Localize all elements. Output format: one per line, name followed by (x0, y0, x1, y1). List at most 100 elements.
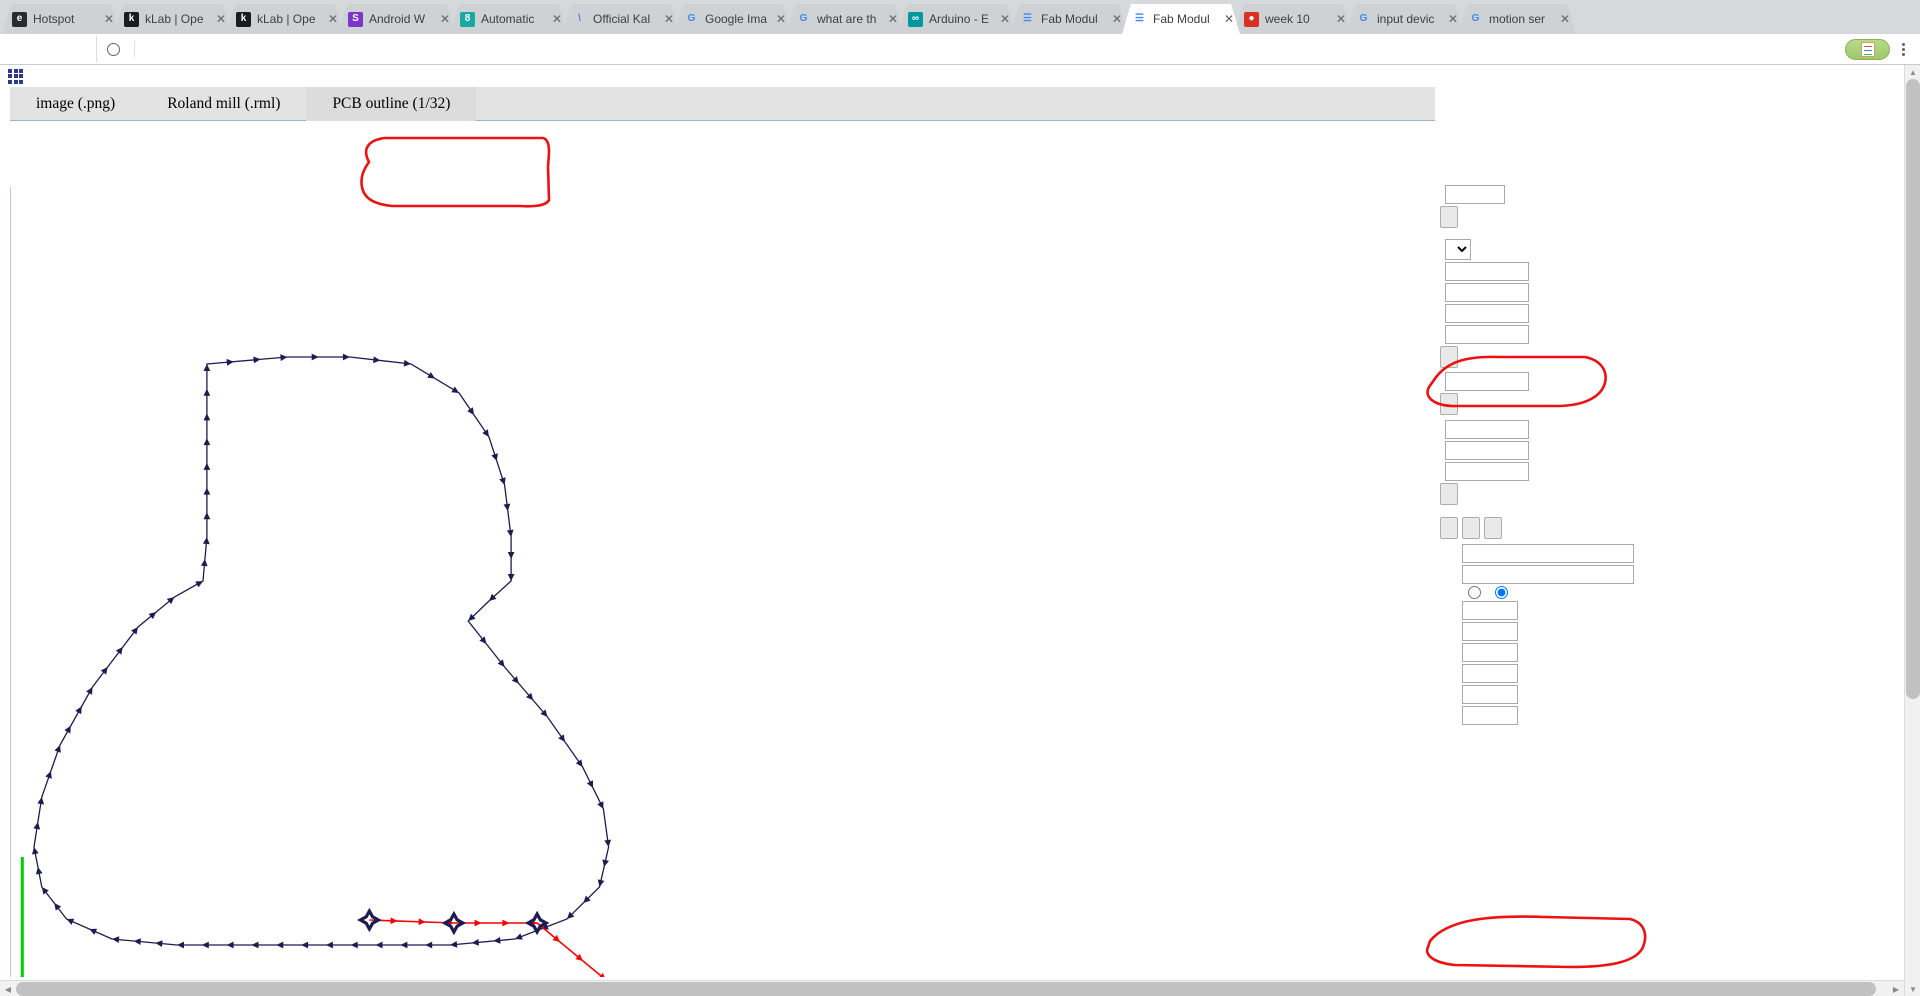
tab-close-icon[interactable]: ✕ (774, 12, 788, 26)
viewer-hint-row (0, 65, 1920, 87)
android-icon: S (348, 12, 363, 27)
browser-tab[interactable]: Gmotion ser✕ (1458, 4, 1576, 34)
scroll-down-icon[interactable]: ▼ (1905, 982, 1920, 996)
browser-tab[interactable]: ●week 10✕ (1234, 4, 1352, 34)
close-window-button[interactable] (1874, 0, 1920, 34)
y0-row (1440, 304, 1870, 323)
vertical-scrollbar[interactable]: ▲ ▼ (1904, 65, 1920, 996)
tab-close-icon[interactable]: ✕ (1334, 12, 1348, 26)
calculate-button[interactable] (1440, 517, 1458, 539)
move-to-xy0-zjog-button[interactable] (1440, 393, 1458, 415)
horizontal-scrollbar[interactable]: ◀ ▶ (0, 980, 1904, 996)
server-input[interactable] (1462, 565, 1634, 584)
back-icon[interactable] (6, 35, 34, 63)
vertical-scrollbar-thumb[interactable] (1906, 79, 1920, 699)
browser-tab-title: input devic (1377, 12, 1446, 26)
minimize-button[interactable] (1782, 0, 1828, 34)
browser-tab[interactable]: Gwhat are th✕ (786, 4, 904, 34)
cut-depth-input[interactable] (1462, 601, 1518, 620)
x0-input[interactable] (1445, 283, 1529, 302)
move-to-xyzhome-and-stop-button[interactable] (1440, 483, 1458, 505)
browser-tab[interactable]: ☰Fab Modul✕ (1010, 4, 1128, 34)
kali-icon: \ (572, 12, 587, 27)
number-of-offsets-input[interactable] (1462, 664, 1518, 683)
tab-close-icon[interactable]: ✕ (550, 12, 564, 26)
browser-tab[interactable]: S Android W✕ (338, 4, 456, 34)
yhome-input[interactable] (1445, 441, 1529, 460)
omnibox-divider (134, 41, 135, 57)
address-bar[interactable] (96, 36, 1845, 62)
direction-conventional-radio[interactable] (1468, 586, 1481, 599)
z0-input[interactable] (1445, 325, 1529, 344)
browser-tab[interactable]: \ Official Kal✕ (562, 4, 680, 34)
format-tab[interactable]: image (.png) (10, 87, 141, 121)
security-indicator[interactable] (107, 43, 125, 56)
tab-close-icon[interactable]: ✕ (1222, 12, 1236, 26)
dpi-row (1440, 185, 1870, 204)
download-speed-badge[interactable] (1845, 39, 1890, 60)
klab-icon: k (236, 12, 251, 27)
horizontal-scrollbar-thumb[interactable] (16, 982, 1876, 996)
tab-close-icon[interactable]: ✕ (438, 12, 452, 26)
browser-tab[interactable]: k kLab | Ope✕ (226, 4, 344, 34)
annotation-circle-offsets (1427, 917, 1645, 967)
machine-select[interactable] (1445, 239, 1471, 260)
arduino-icon: ∞ (908, 12, 923, 27)
tool-diameter-input[interactable] (1462, 643, 1518, 662)
maximize-button[interactable] (1828, 0, 1874, 34)
send-button[interactable] (1484, 517, 1502, 539)
tab-close-icon[interactable]: ✕ (326, 12, 340, 26)
navigation-bar (0, 34, 1920, 65)
browser-tab[interactable]: 8Automatic✕ (450, 4, 568, 34)
forward-icon[interactable] (34, 35, 62, 63)
extension-list-icon[interactable] (1861, 42, 1875, 57)
tab-close-icon[interactable]: ✕ (1446, 12, 1460, 26)
google-icon: G (1468, 12, 1483, 27)
move-to-xyz0-button[interactable] (1440, 346, 1458, 368)
tab-close-icon[interactable]: ✕ (998, 12, 1012, 26)
tab-close-icon[interactable]: ✕ (214, 12, 228, 26)
window-controls (1774, 0, 1920, 34)
zhome-input[interactable] (1445, 462, 1529, 481)
zjog-input[interactable] (1445, 372, 1529, 391)
speed-input[interactable] (1445, 262, 1529, 281)
scroll-right-icon[interactable]: ▶ (1888, 981, 1904, 996)
tab-close-icon[interactable]: ✕ (886, 12, 900, 26)
dpi-input[interactable] (1445, 185, 1505, 204)
reload-icon[interactable] (62, 35, 90, 63)
tab-close-icon[interactable]: ✕ (1110, 12, 1124, 26)
tab-strip: eHotspot✕kkLab | Ope✕kkLab | Ope✕SAndroi… (0, 0, 1920, 34)
page-icon: ☰ (1132, 12, 1147, 27)
browser-tab[interactable]: GGoogle Ima✕ (674, 4, 792, 34)
offset-overlap-input[interactable] (1462, 685, 1518, 704)
stock-thickness-input[interactable] (1462, 622, 1518, 641)
browser-tab[interactable]: ∞Arduino - E✕ (898, 4, 1016, 34)
toolpath-canvas[interactable] (10, 187, 1435, 977)
path-error-input[interactable] (1462, 706, 1518, 725)
tab-close-icon[interactable]: ✕ (1558, 12, 1572, 26)
tab-close-icon[interactable]: ✕ (662, 12, 676, 26)
xhome-input[interactable] (1445, 420, 1529, 439)
settings-panel (1440, 183, 1870, 727)
format-tab[interactable]: Roland mill (.rml) (141, 87, 306, 121)
format-tab[interactable]: PCB outline (1/32) (306, 87, 476, 121)
send-command-input[interactable] (1462, 544, 1634, 563)
scroll-left-icon[interactable]: ◀ (0, 981, 16, 996)
browser-tab[interactable]: kkLab | Ope✕ (114, 4, 232, 34)
grid-icon (8, 69, 23, 84)
browser-tab[interactable]: Ginput devic✕ (1346, 4, 1464, 34)
tab-close-icon[interactable]: ✕ (102, 12, 116, 26)
scroll-up-icon[interactable]: ▲ (1905, 65, 1920, 79)
y0-input[interactable] (1445, 304, 1529, 323)
browser-tab-title: kLab | Ope (257, 12, 326, 26)
browser-tab[interactable]: eHotspot✕ (2, 4, 120, 34)
direction-climb-radio[interactable] (1495, 586, 1508, 599)
browser-tab[interactable]: ☰Fab Modul✕ (1122, 4, 1240, 34)
browser-tab-title: Automatic (481, 12, 550, 26)
process-buttons (1440, 517, 1870, 542)
kebab-menu-icon[interactable] (1892, 35, 1914, 63)
browser-tab-title: Android W (369, 12, 438, 26)
invert-image-button[interactable] (1440, 206, 1458, 228)
browser-tab-title: Official Kal (593, 12, 662, 26)
save-button[interactable] (1462, 517, 1480, 539)
